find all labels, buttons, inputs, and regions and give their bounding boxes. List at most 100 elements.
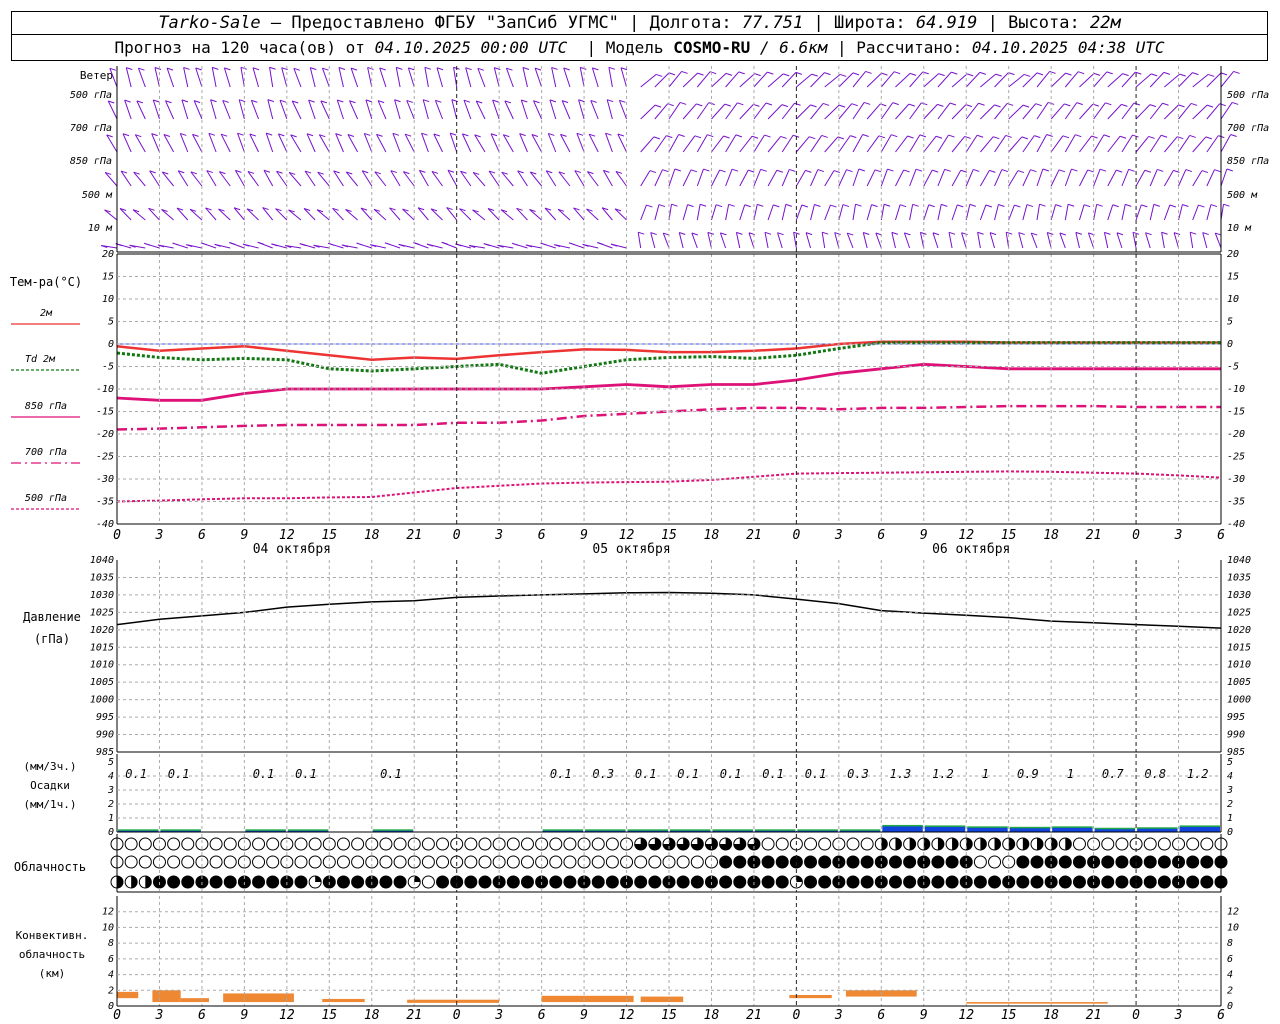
- cloud-circle: [1101, 837, 1115, 851]
- cloud-circle: [860, 875, 874, 889]
- wind-barb: [531, 134, 543, 153]
- wind-barb: [291, 100, 302, 120]
- cloud-circle: [223, 875, 237, 889]
- y-tick-right: -35: [1227, 497, 1245, 508]
- hour-tick-label: 21: [1086, 1008, 1102, 1023]
- wind-barb-feather: [780, 135, 787, 139]
- cloud-circle: [888, 855, 902, 869]
- wind-barb-feather: [646, 204, 653, 208]
- hour-tick-label: 21: [746, 1008, 762, 1023]
- hour-tick-label: 0: [113, 1008, 121, 1023]
- wind-barb-feather: [1205, 136, 1212, 140]
- wind-barb-feather: [1035, 103, 1042, 107]
- y-tick-left: -40: [96, 519, 114, 530]
- cloud-circle: [167, 875, 181, 889]
- wind-barb: [979, 204, 987, 221]
- wind-barb: [834, 232, 840, 249]
- wind-level-left: 500 гПа: [70, 90, 112, 101]
- wind-barb: [682, 204, 689, 221]
- wind-barb-feather: [678, 134, 685, 137]
- wind-barb-feather: [731, 168, 739, 172]
- y-tick-left: -20: [96, 429, 114, 440]
- wind-barb: [767, 204, 774, 221]
- wind-barb-feather: [822, 102, 830, 106]
- precip-value-label: 0.1: [295, 767, 317, 781]
- wind-barb: [492, 99, 500, 120]
- wind-barb-feather: [909, 72, 917, 76]
- wind-barb-feather: [1093, 72, 1101, 76]
- wind-barb: [739, 204, 746, 221]
- cloud-circle-fill: [145, 876, 152, 888]
- wind-barb-feather: [1030, 169, 1037, 173]
- wind-barb: [1030, 232, 1038, 249]
- cloud-circle: [1186, 875, 1200, 889]
- cloud-circle: [648, 875, 662, 889]
- wind-barb: [735, 232, 741, 249]
- cloud-circle-fill: [980, 838, 987, 850]
- precip-value-label: 0.1: [805, 767, 827, 781]
- wind-barb-feather: [805, 169, 812, 173]
- wind-barb: [472, 209, 486, 221]
- y-tick-right: -25: [1227, 452, 1245, 463]
- wind-barb: [903, 232, 911, 249]
- convective-unit: (км): [39, 967, 66, 980]
- hour-tick-label: 12: [619, 1008, 635, 1023]
- wind-barb-feather: [1001, 169, 1009, 173]
- cloud-circle: [436, 837, 450, 851]
- precip-bar-cap: [882, 824, 923, 827]
- hour-tick-label: 9: [580, 528, 588, 543]
- cloud-circle: [945, 855, 959, 869]
- cloud-circle: [421, 855, 435, 869]
- wind-barb: [338, 67, 344, 88]
- wind-level-right: 500 м: [1227, 190, 1258, 201]
- wind-barb-feather: [1103, 134, 1111, 138]
- cloud-circle: [605, 837, 619, 851]
- wind-barb: [951, 170, 962, 187]
- wind-barb: [137, 68, 146, 88]
- hour-tick-label: 18: [1043, 1008, 1059, 1023]
- wind-barb: [277, 133, 288, 153]
- precip-bar-cap: [670, 829, 711, 831]
- precip-bar: [882, 825, 923, 832]
- wind-barb-feather: [809, 136, 816, 140]
- y-tick-right: 20: [1227, 249, 1239, 260]
- cloud-circle: [379, 875, 393, 889]
- wind-barb: [376, 134, 387, 153]
- wind-barb-feather: [979, 71, 987, 75]
- cloud-circle-fill: [117, 876, 123, 888]
- cloud-circle: [1030, 855, 1044, 869]
- wind-barb: [1022, 204, 1028, 221]
- wind-barb-feather: [724, 103, 732, 107]
- y-tick-left: 0: [108, 827, 114, 838]
- wind-barb-feather: [1078, 71, 1085, 75]
- cloud-circle: [860, 837, 874, 851]
- wind-barb: [210, 99, 217, 120]
- wind-barb: [1107, 104, 1122, 120]
- wind-barb-feather: [989, 169, 996, 173]
- wind-barb: [576, 133, 585, 153]
- wind-barb-feather: [1179, 73, 1186, 77]
- wind-barb-feather: [1046, 134, 1053, 137]
- wind-barb: [1050, 135, 1064, 153]
- cloud-circle: [1186, 837, 1200, 851]
- cloudiness-panel: Облачность: [14, 837, 1228, 889]
- y-tick-left: -35: [96, 497, 114, 508]
- cloud-circle: [209, 855, 223, 869]
- cloud-circle: [223, 855, 237, 869]
- hour-tick-label: 18: [364, 528, 380, 543]
- wind-barb-feather: [985, 204, 993, 208]
- wind-barb: [1164, 136, 1178, 153]
- wind-barb: [519, 133, 528, 153]
- hour-tick-label: 6: [198, 528, 206, 543]
- wind-barb: [179, 133, 189, 153]
- y-tick-left: 10: [102, 294, 114, 305]
- wind-barb: [154, 67, 160, 88]
- cloud-circle: [676, 855, 690, 869]
- wind-barb: [166, 67, 175, 88]
- cloud-circle: [549, 837, 563, 851]
- cloud-circle-fill: [1008, 838, 1015, 850]
- cloud-circle: [549, 855, 563, 869]
- wind-barb: [517, 170, 528, 187]
- wind-barb: [852, 204, 856, 221]
- wind-barb: [923, 204, 930, 221]
